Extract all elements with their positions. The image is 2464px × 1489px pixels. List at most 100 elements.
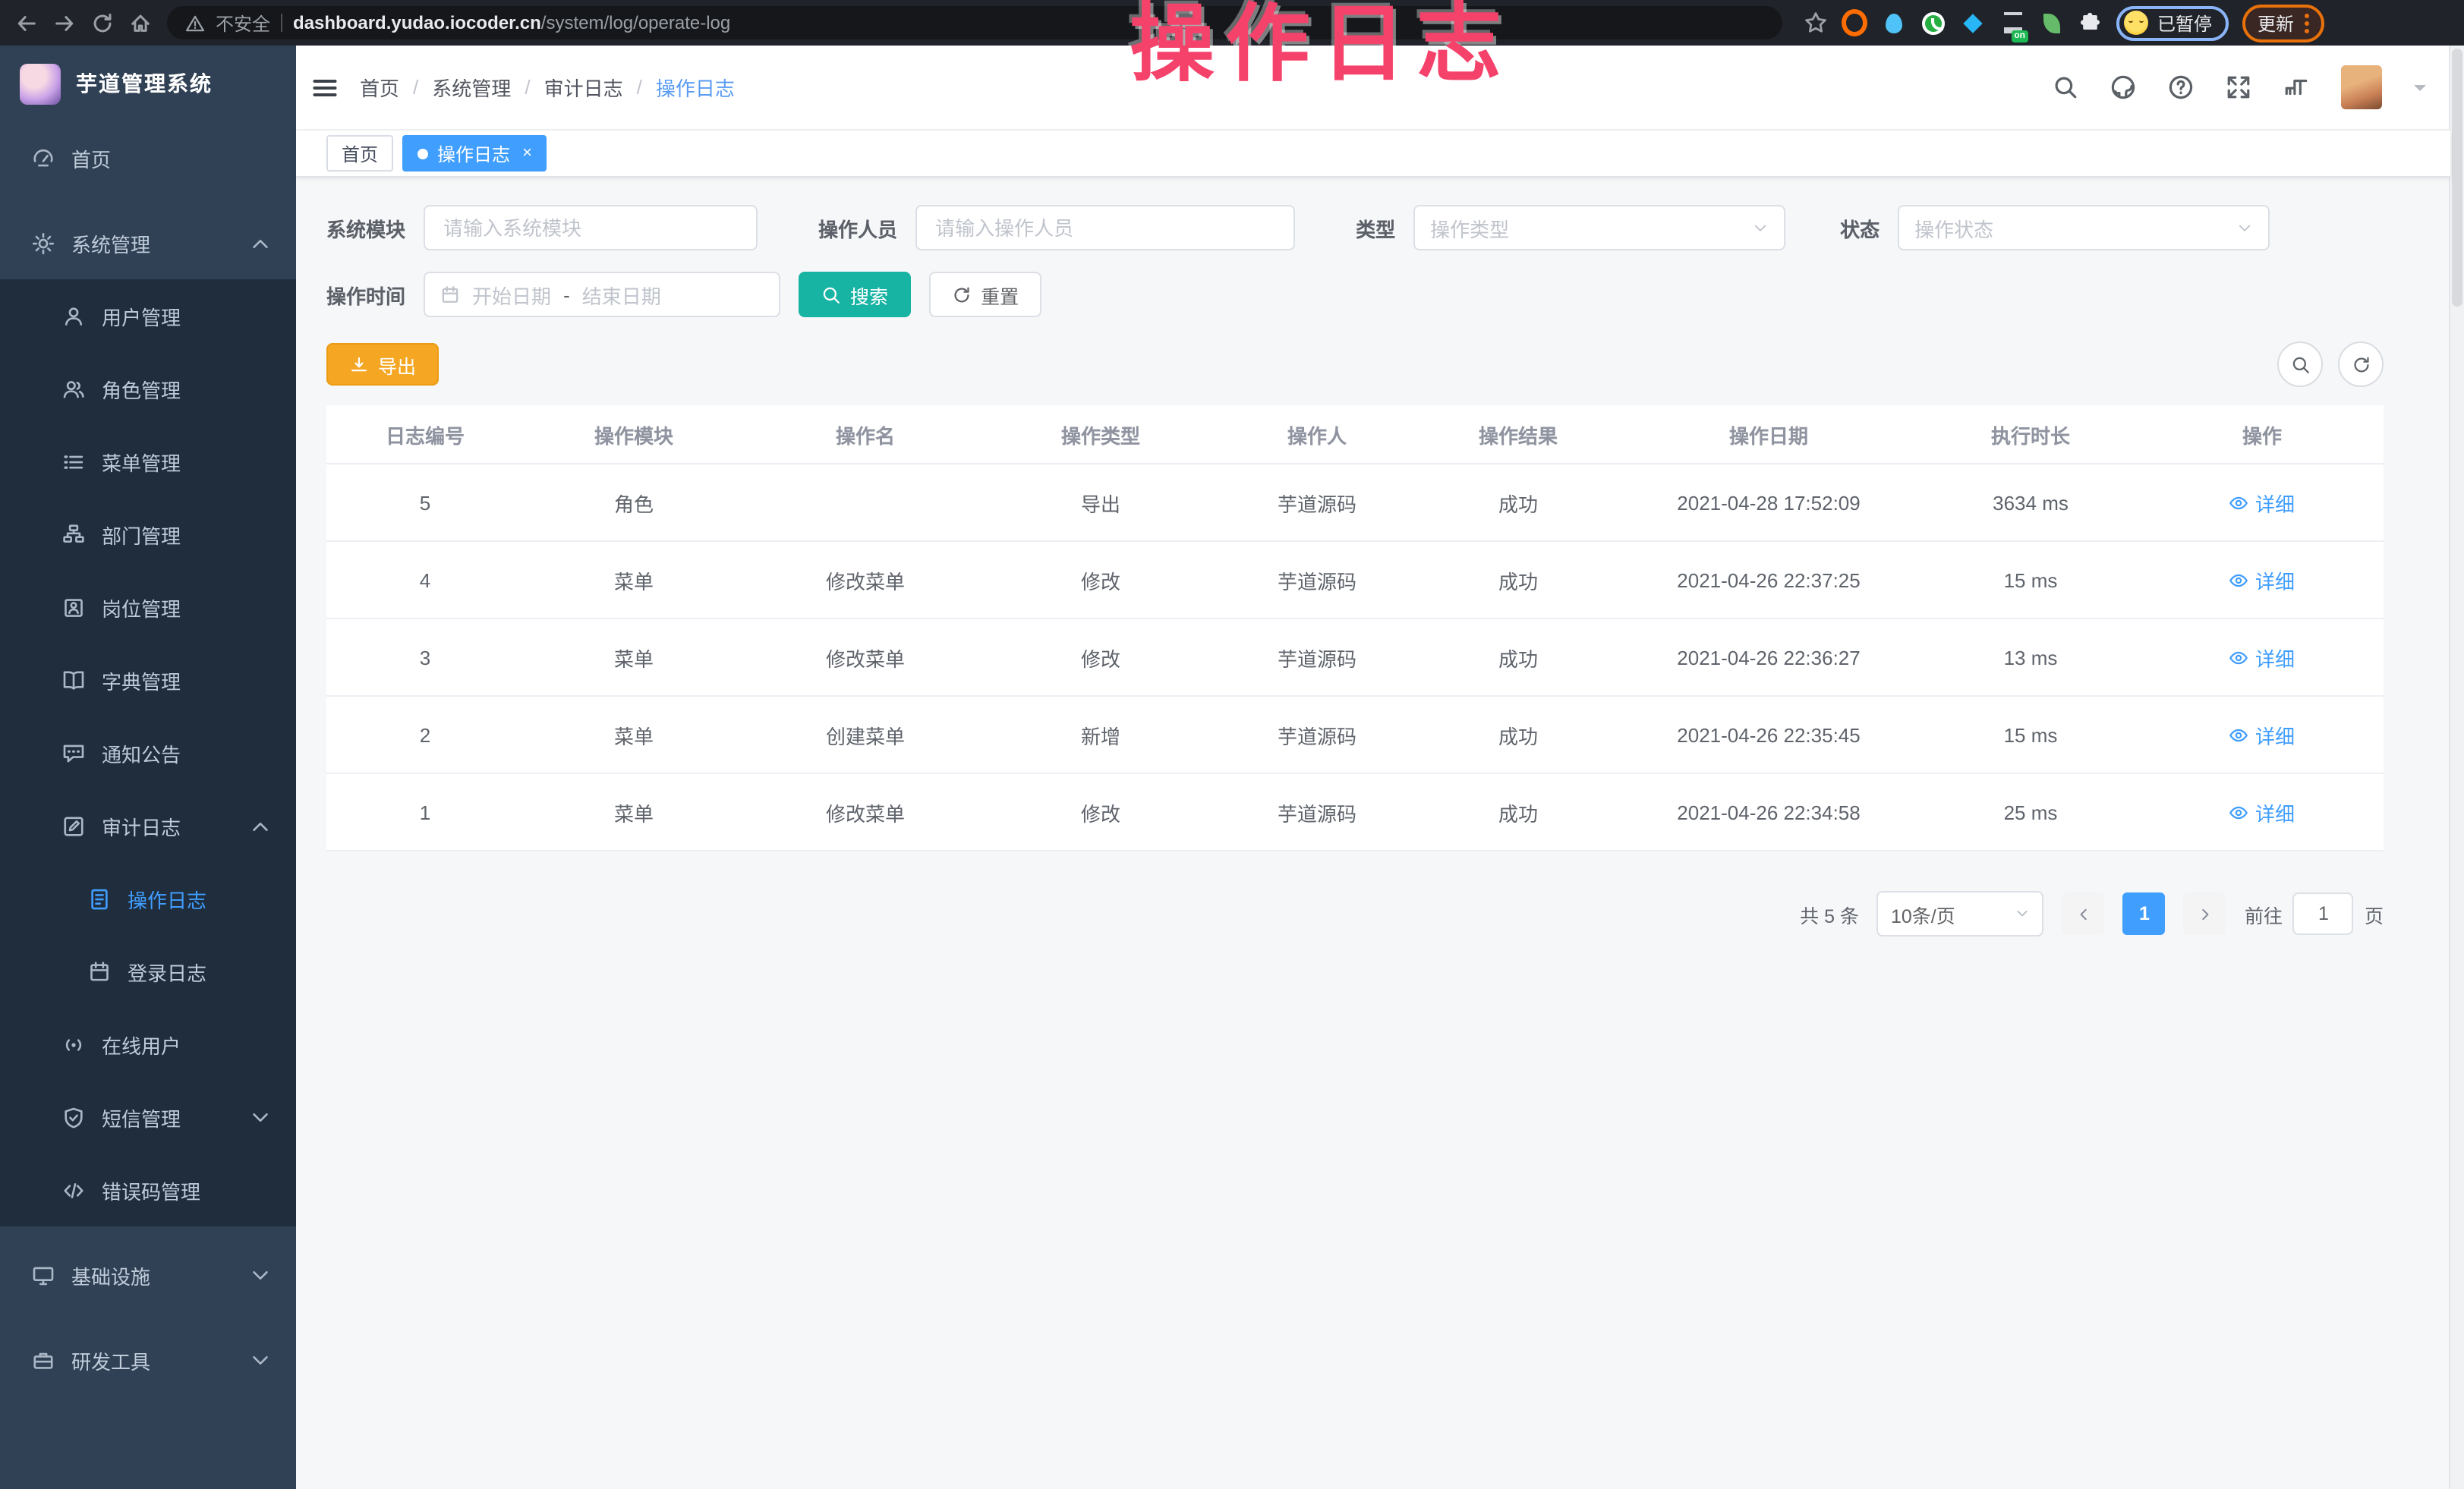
online-icon	[62, 1033, 85, 1056]
browser-menu-icon[interactable]	[2305, 13, 2309, 33]
export-button[interactable]: 导出	[326, 343, 439, 386]
sidebar-item-menu-mgmt[interactable]: 菜单管理	[0, 425, 296, 498]
sidebar-item-operate-log[interactable]: 操作日志	[0, 862, 296, 935]
search-button[interactable]: 搜索	[799, 272, 911, 317]
sidebar-item-role-mgmt[interactable]: 角色管理	[0, 352, 296, 425]
browser-toolbar: 不安全 dashboard.yudao.iocoder.cn/system/lo…	[0, 0, 2464, 46]
security-label: 不安全	[216, 10, 270, 36]
breadcrumb-system[interactable]: 系统管理	[432, 73, 511, 102]
avatar[interactable]	[2341, 65, 2382, 109]
caret-down-icon[interactable]	[2414, 84, 2426, 96]
end-date-placeholder: 结束日期	[582, 280, 661, 309]
status-select[interactable]: 操作状态	[1898, 205, 2270, 250]
org-tree-icon	[62, 523, 85, 546]
list-on-extension-icon[interactable]: on	[1999, 10, 2025, 36]
refresh-icon	[2351, 354, 2371, 374]
table-toolbar: 导出	[326, 342, 2384, 387]
browser-home-icon[interactable]	[129, 11, 152, 34]
operate-log-table: 日志编号 操作模块 操作名 操作类型 操作人 操作结果 操作日期 执行时长 操作…	[326, 405, 2384, 852]
code-icon	[62, 1179, 85, 1201]
detail-link[interactable]: 详细	[2229, 565, 2295, 594]
breadcrumb-current: 操作日志	[656, 73, 735, 102]
sidebar-item-dept-mgmt[interactable]: 部门管理	[0, 498, 296, 571]
operator-input[interactable]	[915, 205, 1295, 250]
user-icon	[62, 304, 85, 327]
chevron-down-icon	[2015, 906, 2031, 921]
address-bar[interactable]: 不安全 dashboard.yudao.iocoder.cn/system/lo…	[167, 6, 1782, 39]
window-scrollbar[interactable]	[2449, 46, 2464, 1489]
book-icon	[62, 669, 85, 691]
sidebar-item-notice[interactable]: 通知公告	[0, 716, 296, 789]
type-select[interactable]: 操作类型	[1413, 205, 1785, 250]
github-icon[interactable]	[2110, 74, 2136, 100]
shield-icon	[62, 1106, 85, 1129]
chevron-up-icon	[249, 231, 272, 254]
sidebar-item-infrastructure[interactable]: 基础设施	[0, 1239, 296, 1311]
font-size-icon[interactable]	[2283, 74, 2309, 100]
sidebar-item-online-users[interactable]: 在线用户	[0, 1008, 296, 1081]
sidebar-item-home[interactable]: 首页	[0, 121, 296, 194]
sidebar-item-login-log[interactable]: 登录日志	[0, 935, 296, 1008]
sidebar-item-user-mgmt[interactable]: 用户管理	[0, 279, 296, 352]
sidebar-item-system[interactable]: 系统管理	[0, 206, 296, 279]
chevron-down-icon	[249, 1106, 272, 1129]
extensions-puzzle-icon[interactable]	[2078, 11, 2103, 35]
chevron-right-icon	[2197, 905, 2214, 922]
profile-paused-badge[interactable]: 已暂停	[2116, 5, 2229, 40]
breadcrumb-home[interactable]: 首页	[360, 73, 399, 102]
type-label: 类型	[1356, 213, 1395, 242]
detail-link[interactable]: 详细	[2229, 488, 2295, 517]
warning-icon	[185, 13, 205, 33]
reset-button[interactable]: 重置	[929, 272, 1041, 317]
current-page[interactable]: 1	[2123, 892, 2166, 935]
sidebar-item-sms-mgmt[interactable]: 短信管理	[0, 1081, 296, 1154]
next-page-button[interactable]	[2184, 892, 2226, 935]
tab-home[interactable]: 首页	[326, 135, 393, 172]
leaf-extension-icon[interactable]	[2039, 10, 2065, 36]
toolbox-icon	[32, 1349, 55, 1371]
time-label: 操作时间	[326, 280, 405, 309]
tab-operate-log[interactable]: 操作日志 ×	[402, 135, 547, 172]
drop-extension-icon[interactable]	[1881, 10, 1907, 36]
ring-extension-icon[interactable]	[1842, 10, 1867, 36]
filter-row-2: 操作时间 开始日期 - 结束日期 搜索 重置	[326, 272, 2420, 317]
sidebar-item-dict-mgmt[interactable]: 字典管理	[0, 644, 296, 716]
sidebar-item-audit-log[interactable]: 审计日志	[0, 789, 296, 862]
forward-icon[interactable]	[53, 11, 76, 34]
bookmark-star-icon[interactable]	[1804, 11, 1828, 35]
sidebar-item-errcode-mgmt[interactable]: 错误码管理	[0, 1154, 296, 1226]
sidebar-item-dev-tools[interactable]: 研发工具	[0, 1324, 296, 1396]
date-range-picker[interactable]: 开始日期 - 结束日期	[424, 272, 780, 317]
fullscreen-icon[interactable]	[2226, 74, 2251, 100]
goto-page-input[interactable]	[2293, 892, 2354, 935]
back-icon[interactable]	[15, 11, 38, 34]
table-header-row: 日志编号 操作模块 操作名 操作类型 操作人 操作结果 操作日期 执行时长 操作	[326, 405, 2384, 464]
diamond-extension-icon[interactable]	[1960, 10, 1986, 36]
scrollbar-thumb[interactable]	[2452, 49, 2462, 307]
eye-icon	[2229, 493, 2249, 512]
detail-link[interactable]: 详细	[2229, 720, 2295, 749]
search-icon[interactable]	[2053, 74, 2078, 100]
show-search-button[interactable]	[2277, 342, 2323, 387]
refresh-icon	[952, 285, 972, 304]
close-icon[interactable]: ×	[522, 145, 532, 162]
chevron-up-icon	[249, 814, 272, 837]
sidebar-item-post-mgmt[interactable]: 岗位管理	[0, 571, 296, 644]
help-icon[interactable]	[2168, 74, 2194, 100]
reload-icon[interactable]	[91, 11, 114, 34]
edit-icon	[62, 814, 85, 837]
green-circle-extension-icon[interactable]	[1920, 10, 1946, 36]
chevron-left-icon	[2075, 905, 2092, 922]
module-input[interactable]	[424, 205, 758, 250]
prev-page-button[interactable]	[2062, 892, 2105, 935]
detail-link[interactable]: 详细	[2229, 798, 2295, 826]
refresh-table-button[interactable]	[2338, 342, 2384, 387]
breadcrumb-audit[interactable]: 审计日志	[544, 73, 623, 102]
detail-link[interactable]: 详细	[2229, 643, 2295, 672]
collapse-sidebar-icon[interactable]	[311, 74, 339, 101]
eye-icon	[2229, 725, 2249, 744]
page-size-select[interactable]: 10条/页	[1877, 891, 2044, 937]
app-logo-row[interactable]: 芋道管理系统	[0, 46, 296, 121]
update-button[interactable]: 更新	[2242, 4, 2324, 42]
sidebar-menu: 首页 系统管理 用户管理 角色管理 菜单管理	[0, 121, 296, 1396]
